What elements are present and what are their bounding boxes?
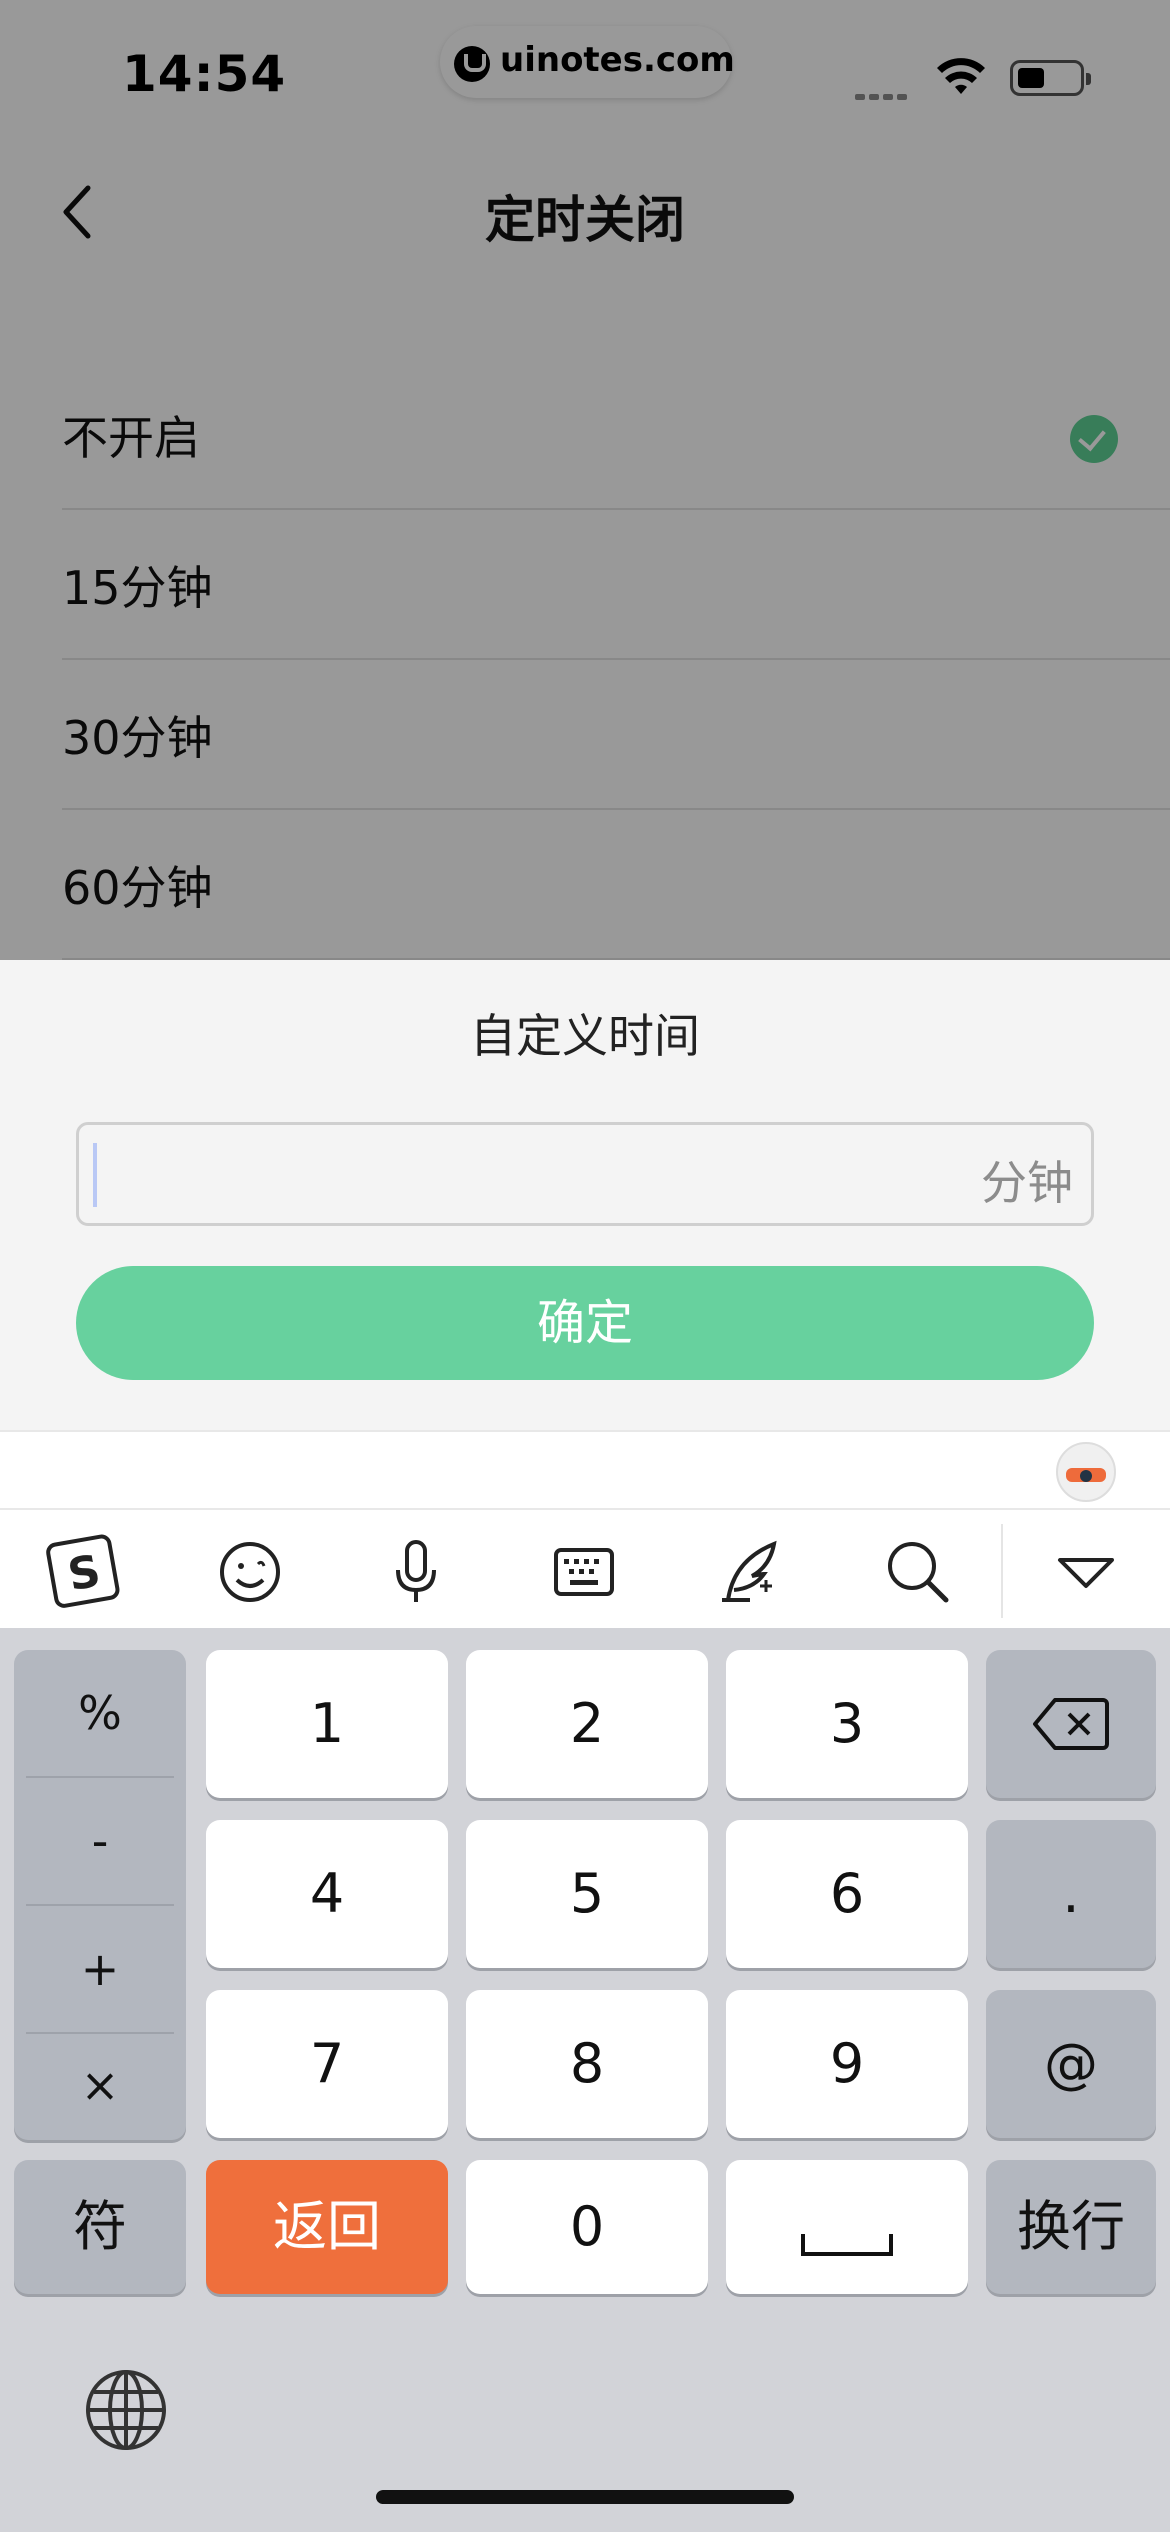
unit-label: 分钟 xyxy=(981,1156,1073,1210)
space-icon xyxy=(801,2234,893,2256)
key-minus[interactable]: - xyxy=(26,1778,174,1904)
key-7[interactable]: 7 xyxy=(206,1990,448,2138)
key-9[interactable]: 9 xyxy=(726,1990,968,2138)
key-5[interactable]: 5 xyxy=(466,1820,708,1968)
keyboard-toolbar: S xyxy=(0,1510,1170,1628)
space-key[interactable] xyxy=(726,2160,968,2294)
candidate-bar xyxy=(0,1430,1170,1510)
key-2[interactable]: 2 xyxy=(466,1650,708,1798)
backspace-key[interactable] xyxy=(986,1650,1156,1798)
key-0[interactable]: 0 xyxy=(466,2160,708,2294)
mascot-icon[interactable] xyxy=(1056,1442,1116,1502)
key-3[interactable]: 3 xyxy=(726,1650,968,1798)
enter-key[interactable]: 换行 xyxy=(986,2160,1156,2294)
collapse-keyboard-icon[interactable] xyxy=(1046,1532,1126,1612)
modal-backdrop[interactable] xyxy=(0,0,1170,960)
minutes-input[interactable]: 分钟 xyxy=(76,1122,1094,1226)
numeric-keyboard: % - + × 1 2 3 4 5 6 . 7 8 9 @ 符 返回 0 换行 xyxy=(0,1628,1170,2532)
key-8[interactable]: 8 xyxy=(466,1990,708,2138)
return-key[interactable]: 返回 xyxy=(206,2160,448,2294)
emoji-icon[interactable] xyxy=(210,1532,290,1612)
custom-time-sheet: 自定义时间 分钟 确定 xyxy=(0,960,1170,1430)
search-icon[interactable] xyxy=(878,1532,958,1612)
keyboard-icon[interactable] xyxy=(544,1532,624,1612)
key-plus[interactable]: + xyxy=(26,1906,174,2032)
confirm-button[interactable]: 确定 xyxy=(76,1266,1094,1380)
sogou-logo-icon[interactable]: S xyxy=(44,1532,124,1612)
key-6[interactable]: 6 xyxy=(726,1820,968,1968)
key-at[interactable]: @ xyxy=(986,1990,1156,2138)
key-multiply[interactable]: × xyxy=(26,2022,174,2148)
handwriting-icon[interactable] xyxy=(710,1532,790,1612)
microphone-icon[interactable] xyxy=(376,1532,456,1612)
key-4[interactable]: 4 xyxy=(206,1820,448,1968)
globe-icon[interactable] xyxy=(84,2368,168,2452)
svg-text:S: S xyxy=(64,1546,104,1602)
sheet-title: 自定义时间 xyxy=(470,1009,700,1063)
symbols-key[interactable]: 符 xyxy=(14,2160,186,2294)
symbol-column: % - + × xyxy=(14,1650,186,2140)
text-caret xyxy=(93,1143,97,1207)
key-1[interactable]: 1 xyxy=(206,1650,448,1798)
key-dot[interactable]: . xyxy=(986,1820,1156,1968)
backspace-icon xyxy=(1033,1698,1109,1750)
toolbar-divider xyxy=(1001,1524,1003,1618)
key-percent[interactable]: % xyxy=(26,1650,174,1776)
home-indicator xyxy=(376,2490,794,2504)
